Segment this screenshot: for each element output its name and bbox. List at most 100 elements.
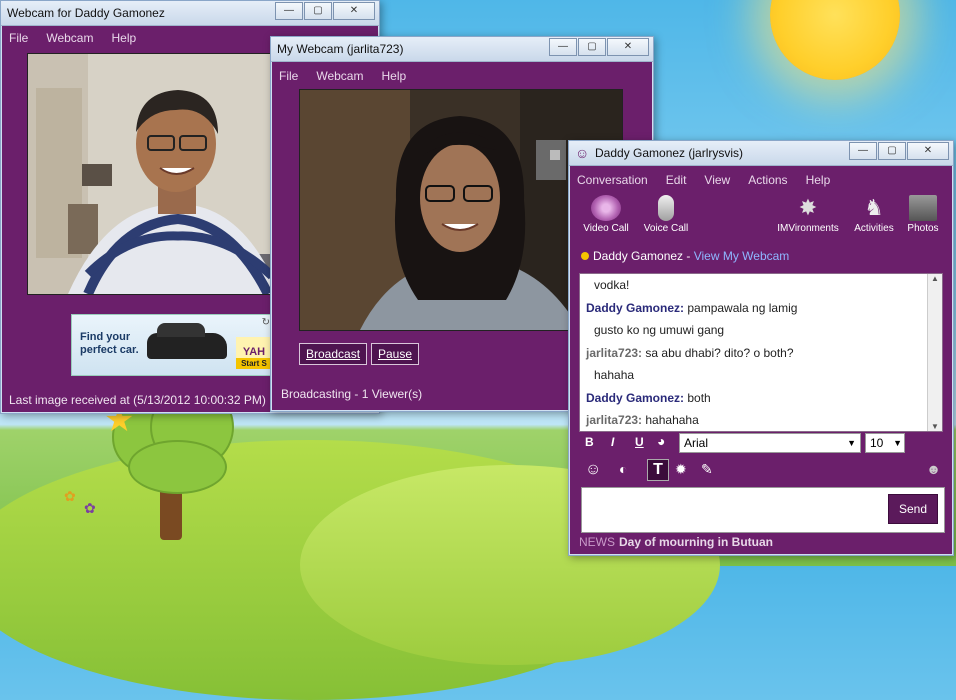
chat-text: hahahaha xyxy=(642,413,699,427)
status-text: Broadcasting - 1 Viewer(s) xyxy=(281,387,423,401)
contact-status-row: Daddy Gamonez - View My Webcam xyxy=(581,249,789,263)
font-family-select[interactable]: Arial ▼ xyxy=(679,433,861,453)
chat-sender: jarlita723: xyxy=(586,345,643,360)
chat-text: hahaha xyxy=(594,368,635,382)
chat-message: Daddy Gamonez: pampawala ng lamig xyxy=(580,297,942,320)
voice-call-label: Voice Call xyxy=(643,223,689,234)
emoticon-icon[interactable]: ☺ xyxy=(585,461,601,479)
menu-edit[interactable]: Edit xyxy=(666,173,687,187)
chat-sender: Daddy Gamonez: xyxy=(586,300,685,315)
broadcast-button[interactable]: Broadcast xyxy=(299,343,368,365)
menu-webcam[interactable]: Webcam xyxy=(316,69,363,83)
chevron-down-icon: ▼ xyxy=(847,438,856,448)
chat-message: gusto ko ng umuwi gang xyxy=(580,319,942,342)
ad-text-2: perfect car. xyxy=(80,344,139,356)
titlebar: ☺ Daddy Gamonez (jarlrysvis) — ▢ ✕ xyxy=(569,141,953,166)
photos-label: Photos xyxy=(907,223,939,234)
webcam-video-feed xyxy=(27,53,281,295)
pause-button[interactable]: Pause xyxy=(371,343,420,365)
voice-call-button[interactable]: Voice Call xyxy=(643,195,689,234)
refresh-icon[interactable]: ↻ xyxy=(262,317,270,328)
video-call-label: Video Call xyxy=(583,223,629,234)
status-online-icon xyxy=(581,252,589,260)
ad-cta: Start S xyxy=(236,358,272,369)
close-button[interactable]: ✕ xyxy=(607,38,649,56)
chat-text: vodka! xyxy=(594,278,630,292)
underline-button[interactable]: U xyxy=(635,435,644,449)
maximize-button[interactable]: ▢ xyxy=(578,38,606,56)
scroll-down-icon[interactable]: ▼ xyxy=(928,422,942,431)
menu-help[interactable]: Help xyxy=(111,31,136,45)
chat-message: jarlita723: sa abu dhabi? dito? o both? xyxy=(580,342,942,365)
color-palette-icon[interactable]: ◕ xyxy=(657,433,665,449)
chat-message: vodka! xyxy=(580,274,942,297)
imvironments-label: IMVironments xyxy=(777,223,839,234)
minimize-button[interactable]: — xyxy=(549,38,577,56)
chat-message: jarlita723: hahahaha xyxy=(580,409,942,431)
maximize-button[interactable]: ▢ xyxy=(304,2,332,20)
activities-label: Activities xyxy=(854,223,894,234)
contact-icon[interactable]: ☻ xyxy=(926,461,941,477)
menu-webcam[interactable]: Webcam xyxy=(46,31,93,45)
ad-text-1: Find your xyxy=(80,331,131,343)
chat-message: Daddy Gamonez: both xyxy=(580,387,942,410)
send-button[interactable]: Send xyxy=(888,494,938,524)
minimize-button[interactable]: — xyxy=(275,2,303,20)
menu-conversation[interactable]: Conversation xyxy=(577,173,648,187)
window-title: My Webcam (jarlita723) xyxy=(277,42,404,56)
chat-text: gusto ko ng umuwi gang xyxy=(594,323,725,337)
news-tag: NEWS xyxy=(579,535,615,549)
scroll-up-icon[interactable]: ▲ xyxy=(928,274,942,283)
chat-sender: Daddy Gamonez: xyxy=(586,390,685,405)
photos-button[interactable]: Photos xyxy=(903,195,943,234)
car-image xyxy=(147,323,227,359)
imvironments-button[interactable]: ✸ IMVironments xyxy=(777,195,839,234)
menu-bar: Conversation Edit View Actions Help xyxy=(569,170,953,190)
conversation-window: ☺ Daddy Gamonez (jarlrysvis) — ▢ ✕ Conve… xyxy=(568,140,954,556)
menu-file[interactable]: File xyxy=(9,31,28,45)
chat-text: both xyxy=(684,390,711,405)
messenger-icon: ☺ xyxy=(575,145,590,161)
video-call-button[interactable]: Video Call xyxy=(583,195,629,234)
advertisement-banner[interactable]: Find your perfect car. YAH Start S ↻ xyxy=(71,314,273,376)
menu-file[interactable]: File xyxy=(279,69,298,83)
news-headline[interactable]: Day of mourning in Butuan xyxy=(619,535,773,549)
close-button[interactable]: ✕ xyxy=(907,142,949,160)
font-family-value: Arial xyxy=(684,436,709,450)
italic-button[interactable]: I xyxy=(611,435,614,449)
audibles-icon[interactable]: ◐ xyxy=(619,461,627,477)
chat-sender: jarlita723: xyxy=(586,413,643,427)
status-text: Last image received at (5/13/2012 10:00:… xyxy=(9,393,266,407)
menu-help[interactable]: Help xyxy=(381,69,406,83)
view-webcam-link[interactable]: View My Webcam xyxy=(694,249,790,263)
chat-lines: vodka! Daddy Gamonez: pampawala ng lamig g… xyxy=(580,274,942,431)
chat-message: hahaha xyxy=(580,364,942,387)
menu-help[interactable]: Help xyxy=(806,173,831,187)
titlebar: My Webcam (jarlita723) — ▢ ✕ xyxy=(271,37,653,62)
minimize-button[interactable]: — xyxy=(849,142,877,160)
titlebar: Webcam for Daddy Gamonez — ▢ ✕ xyxy=(1,1,379,26)
menu-actions[interactable]: Actions xyxy=(748,173,787,187)
buzz-icon[interactable]: ✹ xyxy=(675,461,687,478)
text-format-icon[interactable]: T xyxy=(647,459,669,481)
font-size-select[interactable]: 10 ▼ xyxy=(865,433,905,453)
news-ticker[interactable]: NEWS Day of mourning in Butuan xyxy=(579,535,773,549)
activities-button[interactable]: ♞ Activities xyxy=(851,195,897,234)
attachment-icon[interactable]: ✎ xyxy=(701,461,713,478)
window-title: Daddy Gamonez (jarlrysvis) xyxy=(595,146,744,160)
tree-crown-wallpaper-3 xyxy=(128,440,227,494)
maximize-button[interactable]: ▢ xyxy=(878,142,906,160)
ad-brand-logo: YAH Start S xyxy=(236,337,272,369)
video-call-icon xyxy=(591,195,621,221)
webcam-image xyxy=(28,54,280,294)
bold-button[interactable]: B xyxy=(585,435,594,449)
chess-piece-icon: ♞ xyxy=(864,195,884,220)
font-size-value: 10 xyxy=(870,436,884,450)
imvironments-icon: ✸ xyxy=(798,195,818,220)
chat-history[interactable]: vodka! Daddy Gamonez: pampawala ng lamig g… xyxy=(579,273,943,432)
message-input[interactable]: Send xyxy=(581,487,945,533)
close-button[interactable]: ✕ xyxy=(333,2,375,20)
menu-bar: File Webcam Help xyxy=(271,66,653,86)
menu-view[interactable]: View xyxy=(704,173,730,187)
chat-scrollbar[interactable]: ▲ ▼ xyxy=(927,274,942,431)
